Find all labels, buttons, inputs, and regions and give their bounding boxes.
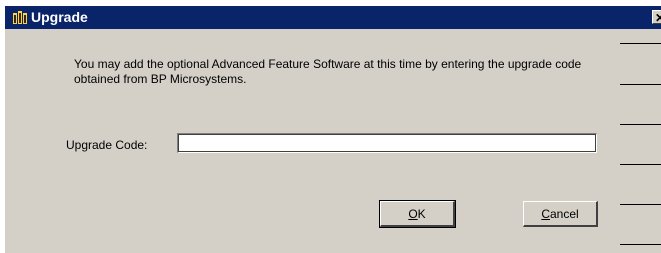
side-divider: [620, 124, 661, 125]
cancel-mnemonic: C: [541, 206, 550, 221]
upgrade-code-input[interactable]: [177, 133, 597, 153]
instruction-text: You may add the optional Advanced Featur…: [74, 57, 582, 86]
title-bar[interactable]: Upgrade ✕: [5, 6, 661, 29]
side-divider: [620, 204, 661, 205]
side-divider: [620, 244, 661, 245]
cancel-label: ancel: [549, 206, 579, 221]
ok-mnemonic: O: [408, 206, 418, 221]
upgrade-code-label: Upgrade Code:: [66, 138, 148, 152]
app-icon: [13, 11, 27, 24]
ok-button[interactable]: OK: [379, 200, 456, 228]
side-divider: [620, 84, 661, 85]
left-edge: [0, 0, 5, 253]
side-divider: [620, 164, 661, 165]
ok-label: K: [417, 206, 426, 221]
window-title: Upgrade: [31, 9, 88, 25]
upgrade-dialog: Upgrade ✕ You may add the optional Advan…: [0, 0, 661, 253]
side-divider: [620, 43, 661, 44]
cancel-button[interactable]: Cancel: [523, 201, 598, 227]
close-button[interactable]: ✕: [652, 10, 661, 25]
close-icon: ✕: [654, 11, 661, 25]
